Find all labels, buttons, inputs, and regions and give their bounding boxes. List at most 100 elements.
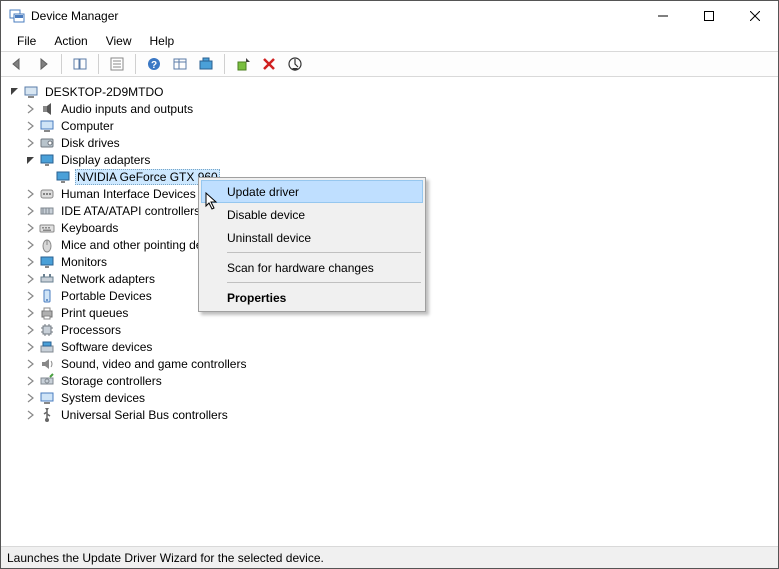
menu-update-driver[interactable]: Update driver [201,180,423,203]
display-icon [39,152,55,168]
sound-icon [39,356,55,372]
tree-label: Storage controllers [59,374,164,388]
tree-item-software[interactable]: Software devices [1,338,778,355]
toolbar: ? [1,51,778,77]
chevron-right-icon[interactable] [23,356,39,372]
minimize-button[interactable] [640,1,686,31]
menu-properties[interactable]: Properties [201,286,423,309]
chevron-right-icon[interactable] [23,237,39,253]
tree-label: Keyboards [59,221,120,235]
device-tree[interactable]: DESKTOP-2D9MTDO Audio inputs and outputs… [1,77,778,546]
tree-item-storage[interactable]: Storage controllers [1,372,778,389]
show-hide-tree-button[interactable] [68,53,92,75]
software-icon [39,339,55,355]
chevron-right-icon[interactable] [23,373,39,389]
menu-scan-hardware[interactable]: Scan for hardware changes [201,256,423,279]
chevron-down-icon[interactable] [23,152,39,168]
chevron-right-icon[interactable] [23,220,39,236]
menu-disable-device[interactable]: Disable device [201,203,423,226]
chevron-right-icon[interactable] [23,390,39,406]
keyboards-icon [39,220,55,236]
maximize-button[interactable] [686,1,732,31]
tree-label: Portable Devices [59,289,154,303]
tree-item-sound[interactable]: Sound, video and game controllers [1,355,778,372]
computer-icon [39,118,55,134]
usb-icon [39,407,55,423]
scan-hardware-button[interactable] [194,53,218,75]
print-icon [39,305,55,321]
close-button[interactable] [732,1,778,31]
expand-icon[interactable] [7,84,23,100]
tree-item-usb[interactable]: Universal Serial Bus controllers [1,406,778,423]
tree-label: Display adapters [59,153,152,167]
computer-icon [23,84,39,100]
chevron-right-icon[interactable] [23,271,39,287]
audio-icon [39,101,55,117]
monitors-icon [39,254,55,270]
mice-icon [39,237,55,253]
forward-button[interactable] [31,53,55,75]
update-driver-button[interactable] [231,53,255,75]
toolbar-separator [224,54,225,74]
chevron-right-icon[interactable] [23,322,39,338]
chevron-right-icon[interactable] [23,135,39,151]
gpu-icon [55,169,71,185]
title-bar: Device Manager [1,1,778,31]
menu-help[interactable]: Help [142,32,183,50]
menu-uninstall-device[interactable]: Uninstall device [201,226,423,249]
toolbar-separator [61,54,62,74]
chevron-right-icon[interactable] [23,203,39,219]
app-icon [9,8,25,24]
tree-label: Software devices [59,340,154,354]
chevron-right-icon[interactable] [23,186,39,202]
menu-bar: File Action View Help [1,31,778,51]
menu-separator [227,252,421,253]
tree-item-disk[interactable]: Disk drives [1,134,778,151]
tree-item-computer[interactable]: Computer [1,117,778,134]
menu-action[interactable]: Action [46,32,95,50]
tree-item-processors[interactable]: Processors [1,321,778,338]
tree-item-system[interactable]: System devices [1,389,778,406]
chevron-right-icon[interactable] [23,254,39,270]
tree-label: Audio inputs and outputs [59,102,195,116]
tree-root[interactable]: DESKTOP-2D9MTDO [1,83,778,100]
tree-label: Disk drives [59,136,122,150]
disk-icon [39,135,55,151]
tree-label: Computer [59,119,116,133]
tree-item-display[interactable]: Display adapters [1,151,778,168]
network-icon [39,271,55,287]
cursor-icon [205,192,223,213]
uninstall-button[interactable] [257,53,281,75]
help-button[interactable]: ? [142,53,166,75]
chevron-right-icon[interactable] [23,101,39,117]
chevron-right-icon[interactable] [23,339,39,355]
tree-item-audio[interactable]: Audio inputs and outputs [1,100,778,117]
view-button[interactable] [168,53,192,75]
context-menu: Update driver Disable device Uninstall d… [198,177,426,312]
back-button[interactable] [5,53,29,75]
chevron-right-icon[interactable] [23,305,39,321]
tree-label: Universal Serial Bus controllers [59,408,230,422]
tree-label: Network adapters [59,272,157,286]
svg-text:?: ? [151,60,157,71]
ide-icon [39,203,55,219]
portable-icon [39,288,55,304]
chevron-right-icon[interactable] [23,118,39,134]
storage-icon [39,373,55,389]
system-icon [39,390,55,406]
status-bar: Launches the Update Driver Wizard for th… [1,546,778,568]
status-text: Launches the Update Driver Wizard for th… [7,551,324,565]
toolbar-separator [135,54,136,74]
hid-icon [39,186,55,202]
tree-label: Monitors [59,255,109,269]
chevron-right-icon[interactable] [23,288,39,304]
tree-label: Human Interface Devices [59,187,198,201]
chevron-right-icon[interactable] [23,407,39,423]
disable-button[interactable] [283,53,307,75]
properties-button[interactable] [105,53,129,75]
window-controls [640,1,778,31]
menu-view[interactable]: View [98,32,140,50]
menu-separator [227,282,421,283]
processors-icon [39,322,55,338]
menu-file[interactable]: File [9,32,44,50]
